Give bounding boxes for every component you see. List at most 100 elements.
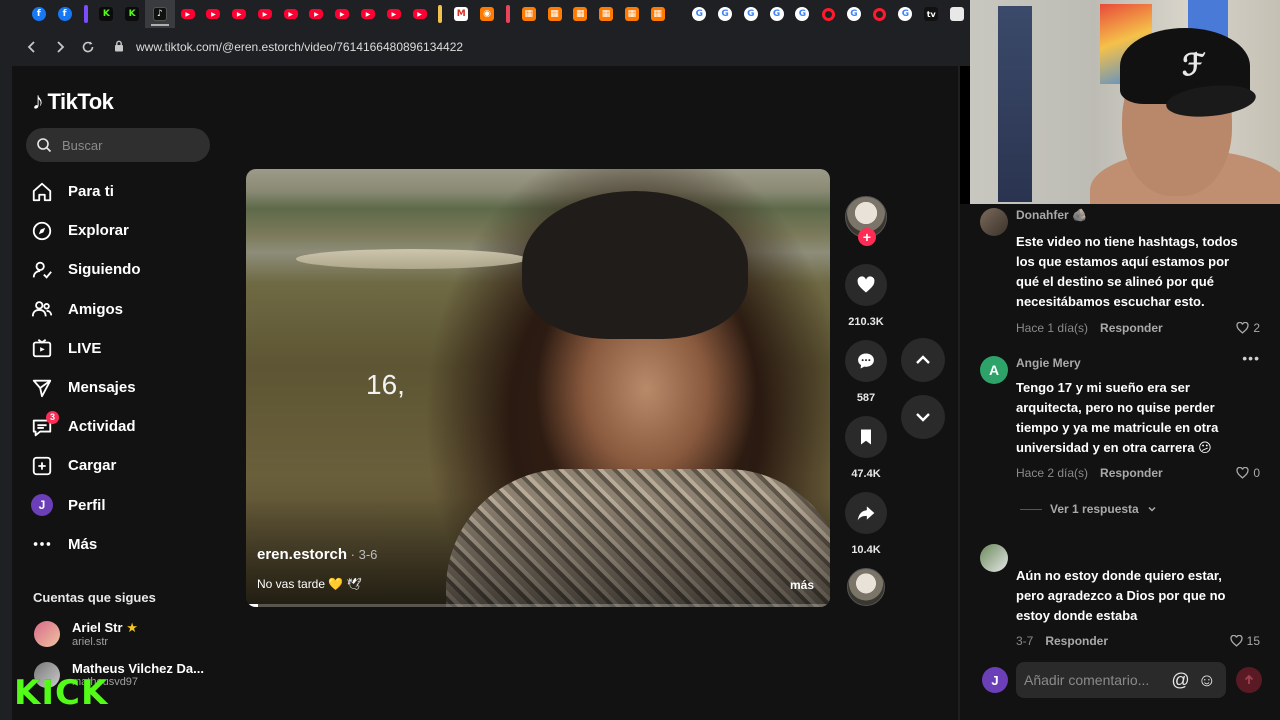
tab-google[interactable]: G xyxy=(790,0,816,28)
comment-like-button[interactable]: 2 xyxy=(1236,321,1260,335)
sidebar-item-perfil[interactable]: J Perfil xyxy=(30,486,220,525)
sound-avatar[interactable] xyxy=(847,568,885,606)
sidebar-item-cargar[interactable]: Cargar xyxy=(30,446,220,485)
tab-youtube[interactable]: ▶ xyxy=(226,0,252,28)
like-button[interactable] xyxy=(845,264,887,306)
sidebar-item-mensajes[interactable]: Mensajes xyxy=(30,368,220,407)
comment-like-button[interactable]: 0 xyxy=(1236,466,1260,480)
like-action[interactable]: 210.3K xyxy=(842,264,890,328)
tab-orange[interactable]: ▦ xyxy=(593,0,619,28)
more-options-icon[interactable]: ••• xyxy=(1242,350,1260,366)
reload-button[interactable] xyxy=(74,33,102,61)
tiktok-logo[interactable]: ♪ TikTok xyxy=(32,88,114,116)
creator-avatar[interactable]: + xyxy=(845,196,887,246)
view-replies-button[interactable]: Ver 1 respuesta xyxy=(1020,502,1157,516)
comment-author[interactable]: Angie Mery xyxy=(1016,356,1081,370)
chevron-right-icon xyxy=(57,41,65,53)
google-icon: G xyxy=(692,7,707,21)
followed-account[interactable]: Ariel Str ★ ariel.str xyxy=(34,620,138,648)
tab-google[interactable]: G xyxy=(764,0,790,28)
tab-orange[interactable]: ▦ xyxy=(645,0,671,28)
facebook-icon: f xyxy=(31,7,46,21)
tab-facebook[interactable]: f xyxy=(52,0,78,28)
tab-kick[interactable]: K xyxy=(94,0,120,28)
video-player[interactable]: 16, eren.estorch · 3-6 No vas tarde 💛 🕊 … xyxy=(246,169,830,607)
home-icon xyxy=(30,180,54,204)
tab-facebook[interactable]: f xyxy=(26,0,52,28)
sidebar-item-mas[interactable]: Más xyxy=(30,525,220,564)
sidebar-item-actividad[interactable]: 3 Actividad xyxy=(30,407,220,446)
sidebar-item-para-ti[interactable]: Para ti xyxy=(30,172,220,211)
sidebar-item-amigos[interactable]: Amigos xyxy=(30,290,220,329)
sidebar-item-live[interactable]: LIVE xyxy=(30,329,220,368)
app-icon: ▦ xyxy=(650,7,665,21)
back-button[interactable] xyxy=(18,33,46,61)
reply-button[interactable]: Responder xyxy=(1100,466,1163,480)
comment-like-button[interactable]: 15 xyxy=(1230,634,1260,648)
save-action[interactable]: 47.4K xyxy=(842,416,890,480)
opera-icon xyxy=(873,7,887,21)
tab-youtube[interactable]: ▶ xyxy=(329,0,355,28)
tab-kick[interactable]: K xyxy=(119,0,145,28)
share-button[interactable] xyxy=(845,492,887,534)
tab-orange[interactable]: ▦ xyxy=(567,0,593,28)
previous-video-button[interactable] xyxy=(901,338,945,382)
forward-button[interactable] xyxy=(46,33,74,61)
emoji-icon[interactable]: ☺ xyxy=(1198,670,1216,691)
tab-opera[interactable] xyxy=(815,0,841,28)
tab-tv[interactable]: tv xyxy=(918,0,944,28)
tab-opera[interactable] xyxy=(867,0,893,28)
share-icon xyxy=(857,506,875,521)
tab-google[interactable]: G xyxy=(841,0,867,28)
tab-group-spacer xyxy=(676,5,681,23)
tab-google[interactable]: G xyxy=(893,0,919,28)
cap-logo: ℱ xyxy=(1182,48,1206,83)
caption-more-link[interactable]: más xyxy=(790,578,814,592)
tab-tiktok-active[interactable]: ♪ xyxy=(145,0,175,28)
post-comment-button[interactable] xyxy=(1236,667,1262,693)
sidebar-item-explorar[interactable]: Explorar xyxy=(30,211,220,250)
tab-orange[interactable]: ▦ xyxy=(516,0,542,28)
video-author[interactable]: eren.estorch · 3-6 xyxy=(257,546,377,563)
tab-google[interactable]: G xyxy=(738,0,764,28)
follow-plus-icon[interactable]: + xyxy=(858,228,876,246)
comment-input[interactable]: Añadir comentario... @ ☺ xyxy=(1016,662,1226,698)
tab-orange[interactable]: ▦ xyxy=(619,0,645,28)
comment-action[interactable]: 587 xyxy=(842,340,890,404)
tab-youtube[interactable]: ▶ xyxy=(175,0,201,28)
save-button[interactable] xyxy=(845,416,887,458)
tab-group-marker[interactable] xyxy=(83,5,88,23)
tab-youtube[interactable]: ▶ xyxy=(252,0,278,28)
share-action[interactable]: 10.4K xyxy=(842,492,890,556)
avatar[interactable]: A xyxy=(980,356,1008,384)
tab-youtube[interactable]: ▶ xyxy=(407,0,433,28)
tab-google[interactable]: G xyxy=(712,0,738,28)
reply-button[interactable]: Responder xyxy=(1045,634,1108,648)
address-bar[interactable]: www.tiktok.com/@eren.estorch/video/76141… xyxy=(110,32,970,62)
avatar[interactable]: J xyxy=(982,667,1008,693)
tab-document[interactable] xyxy=(944,0,970,28)
mention-icon[interactable]: @ xyxy=(1171,670,1189,691)
tab-orange[interactable]: ▦ xyxy=(542,0,568,28)
next-video-button[interactable] xyxy=(901,395,945,439)
tab-youtube[interactable]: ▶ xyxy=(278,0,304,28)
app-icon: ▦ xyxy=(599,7,614,21)
tab-youtube[interactable]: ▶ xyxy=(355,0,381,28)
tab-youtube[interactable]: ▶ xyxy=(304,0,330,28)
tab-orange[interactable]: ◉ xyxy=(474,0,500,28)
tab-group-marker[interactable] xyxy=(438,5,443,23)
tab-group-marker[interactable] xyxy=(505,5,510,23)
tab-google[interactable]: G xyxy=(686,0,712,28)
sidebar-item-siguiendo[interactable]: Siguiendo xyxy=(30,250,220,289)
comment-button[interactable] xyxy=(845,340,887,382)
tab-youtube[interactable]: ▶ xyxy=(381,0,407,28)
comment-time: Hace 2 día(s) xyxy=(1016,466,1089,480)
tab-gmail[interactable]: M xyxy=(448,0,474,28)
search-input[interactable]: Buscar xyxy=(26,128,210,162)
video-progress-bar[interactable] xyxy=(246,604,830,607)
reply-button[interactable]: Responder xyxy=(1100,321,1163,335)
tab-youtube[interactable]: ▶ xyxy=(201,0,227,28)
avatar[interactable] xyxy=(980,208,1008,236)
avatar[interactable] xyxy=(980,544,1008,572)
comment-author[interactable]: Donahfer 🪨 xyxy=(1016,208,1087,222)
